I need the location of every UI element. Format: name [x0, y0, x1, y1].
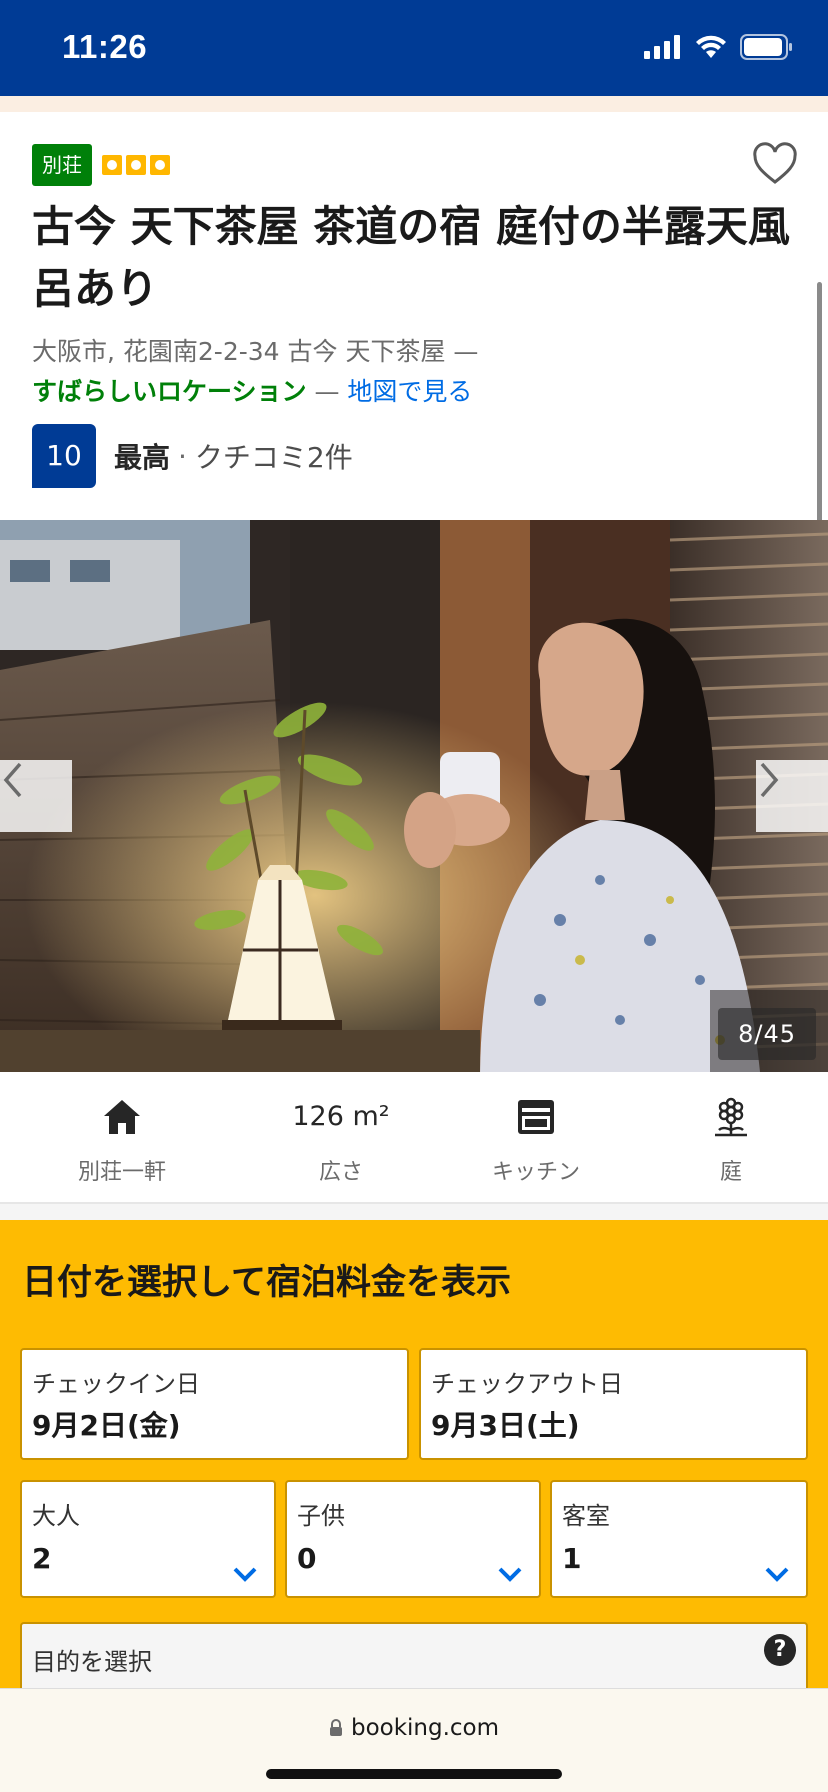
scrollbar[interactable]	[817, 282, 822, 552]
review-score-row[interactable]: 10 最高 · クチコミ2件	[32, 424, 353, 488]
property-type-badge: 別荘	[32, 144, 92, 186]
chevron-right-icon	[760, 762, 779, 798]
star-icon	[102, 155, 122, 175]
page: 11:26 別荘 古今 天下茶屋 茶道の宿 庭付の半露天風呂あり 大阪市, 花園…	[0, 0, 828, 1792]
chevron-down-icon	[765, 1567, 789, 1582]
property-header: 別荘 古今 天下茶屋 茶道の宿 庭付の半露天風呂あり 大阪市, 花園南2-2-3…	[0, 112, 828, 552]
checkin-value: 9月2日(金)	[32, 1409, 181, 1442]
lock-icon	[329, 1719, 342, 1736]
heart-icon[interactable]	[752, 142, 798, 188]
property-address: 大阪市, 花園南2-2-34 古今 天下茶屋 —	[32, 337, 479, 366]
signal-icon	[644, 35, 680, 59]
review-separator: ·	[178, 439, 187, 473]
photo-gallery[interactable]: 8/45	[0, 520, 828, 1072]
status-icons	[644, 34, 794, 60]
star-icon	[150, 155, 170, 175]
facility-garden: 庭	[631, 1094, 828, 1186]
previous-photo-button[interactable]	[0, 760, 72, 832]
home-indicator	[266, 1769, 562, 1779]
facility-label: 別荘一軒	[77, 1160, 166, 1185]
checkin-date-field[interactable]: チェックイン日 9月2日(金)	[20, 1348, 409, 1460]
wifi-icon	[696, 35, 726, 58]
url-display[interactable]: booking.com	[0, 1715, 828, 1741]
property-title: 古今 天下茶屋 茶道の宿 庭付の半露天風呂あり	[32, 202, 790, 313]
review-count: クチコミ2件	[194, 441, 353, 474]
facility-size-value: 126 m²	[292, 1101, 390, 1132]
gallery-photo	[0, 520, 828, 1072]
checkout-date-field[interactable]: チェックアウト日 9月3日(土)	[419, 1348, 808, 1460]
location-rating: すばらしいロケーション	[32, 377, 307, 406]
adults-value: 2	[32, 1542, 52, 1575]
top-strip	[0, 96, 828, 112]
facility-highlights: 別荘一軒 126 m² 広さ キッチン 庭	[0, 1072, 828, 1204]
review-score-word: 最高	[114, 441, 171, 474]
facility-label: 庭	[719, 1160, 742, 1185]
checkout-value: 9月3日(土)	[431, 1409, 580, 1442]
chevron-down-icon	[233, 1567, 257, 1582]
adults-select[interactable]: 大人 2	[20, 1480, 276, 1598]
adults-label: 大人	[32, 1502, 80, 1530]
help-icon[interactable]: ?	[764, 1634, 796, 1666]
url-text: booking.com	[350, 1715, 500, 1741]
house-icon	[104, 1100, 140, 1134]
booking-search-form: 日付を選択して宿泊料金を表示 チェックイン日 9月2日(金) チェックアウト日 …	[0, 1220, 828, 1712]
facility-size: 126 m² 広さ	[241, 1094, 441, 1186]
browser-url-bar[interactable]: booking.com	[0, 1688, 828, 1792]
rooms-select[interactable]: 客室 1	[550, 1480, 808, 1598]
children-label: 子供	[297, 1502, 345, 1530]
badge-row: 別荘	[32, 144, 170, 186]
battery-icon	[740, 34, 792, 60]
status-bar: 11:26	[0, 0, 828, 96]
facility-kitchen: キッチン	[436, 1094, 636, 1186]
location-separator: —	[314, 377, 340, 406]
location-line: すばらしいロケーション — 地図で見る	[32, 372, 472, 408]
booking-form-title: 日付を選択して宿泊料金を表示	[22, 1263, 511, 1303]
checkout-label: チェックアウト日	[431, 1370, 623, 1398]
status-time: 11:26	[62, 28, 148, 65]
children-value: 0	[297, 1542, 317, 1575]
purpose-label: 目的を選択	[32, 1648, 152, 1676]
next-photo-button[interactable]	[756, 760, 828, 832]
rooms-label: 客室	[562, 1502, 610, 1530]
review-score-badge: 10	[32, 424, 96, 488]
facility-entire-villa: 別荘一軒	[22, 1094, 222, 1186]
facility-label: キッチン	[491, 1160, 580, 1185]
checkin-label: チェックイン日	[32, 1370, 200, 1398]
photo-counter: 8/45	[718, 1008, 816, 1060]
section-gap	[0, 1204, 828, 1220]
chevron-left-icon	[3, 762, 22, 798]
facility-label: 広さ	[318, 1160, 363, 1185]
children-select[interactable]: 子供 0	[285, 1480, 541, 1598]
star-icon	[126, 155, 146, 175]
flower-icon	[715, 1097, 747, 1137]
kitchen-icon	[518, 1100, 554, 1134]
rooms-value: 1	[562, 1542, 582, 1575]
show-on-map-link[interactable]: 地図で見る	[347, 377, 472, 406]
star-rating	[102, 155, 170, 175]
chevron-down-icon	[498, 1567, 522, 1582]
